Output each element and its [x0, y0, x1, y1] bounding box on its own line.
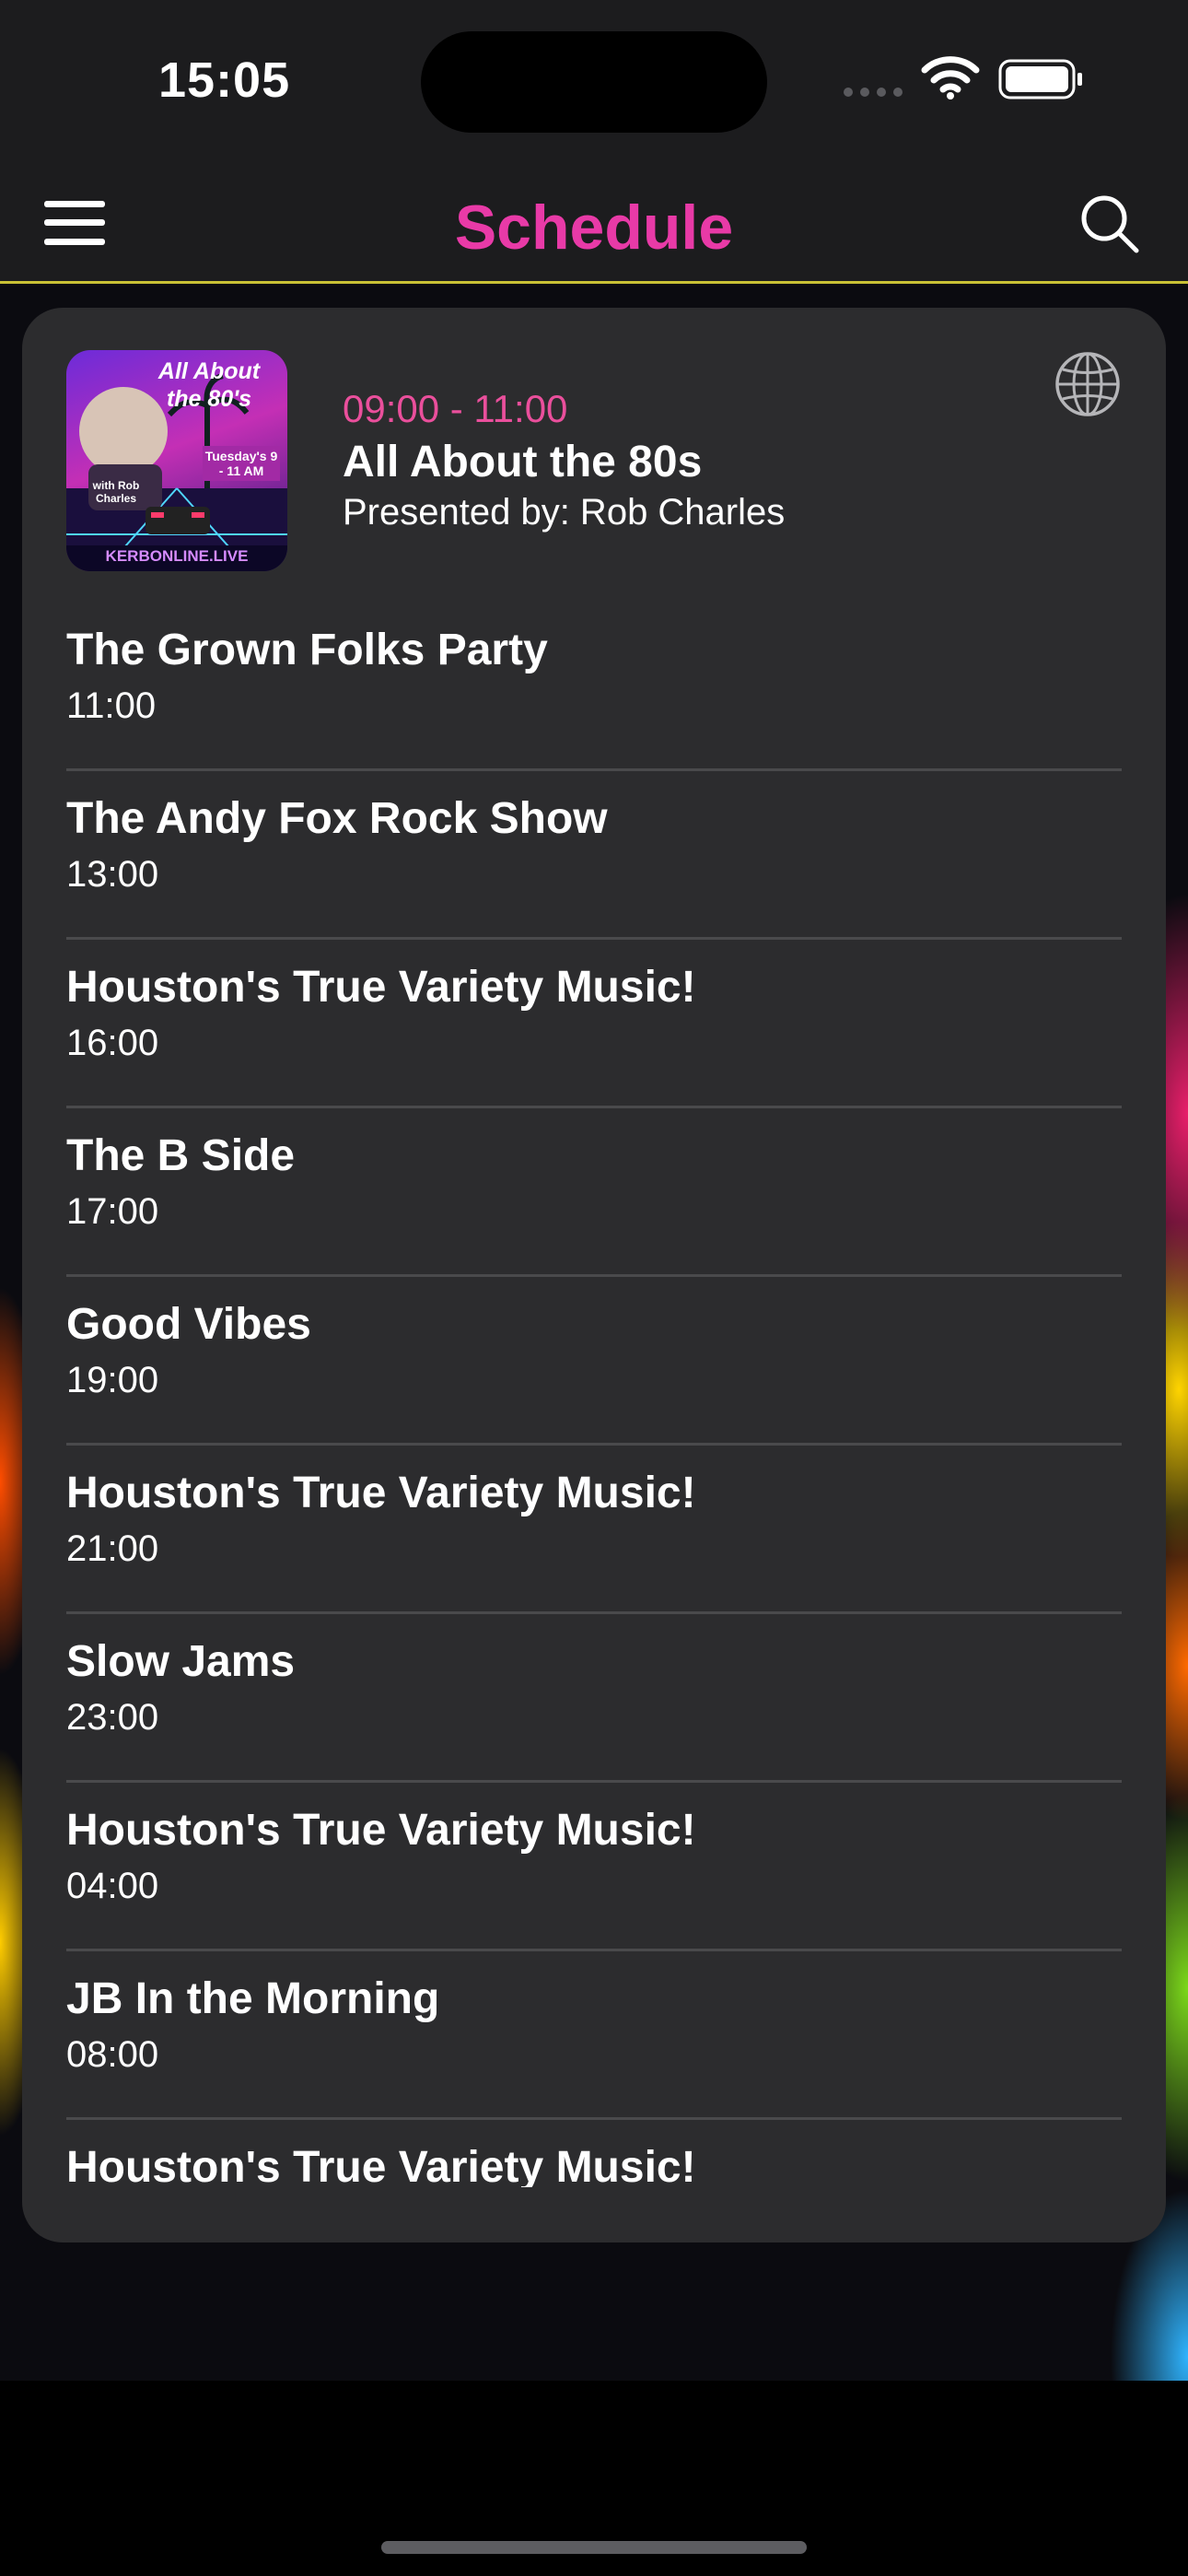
schedule-item-title: Good Vibes: [66, 1300, 311, 1349]
schedule-item-time: 13:00: [66, 854, 159, 895]
schedule-item-title: Houston's True Variety Music!: [66, 963, 696, 1012]
schedule-item-title: Houston's True Variety Music!: [66, 1469, 696, 1517]
home-indicator[interactable]: [381, 2541, 807, 2554]
battery-icon: [998, 59, 1082, 100]
schedule-item-time: 08:00: [66, 2034, 159, 2075]
schedule-item-title: Slow Jams: [66, 1637, 296, 1686]
schedule-item[interactable]: Houston's True Variety Music! 16:00: [66, 940, 1122, 1108]
schedule-item-time: 11:00: [66, 685, 157, 726]
schedule-item[interactable]: The Andy Fox Rock Show 13:00: [66, 771, 1122, 940]
page-title: Schedule: [454, 193, 734, 263]
schedule-item-title: The Grown Folks Party: [66, 626, 548, 674]
artwork-brand: KERBONLINE.LIVE: [105, 547, 249, 565]
show-artwork: All About the 80's Tuesday's 9 - 11 AM w…: [66, 350, 287, 571]
status-time: 15:05: [158, 53, 291, 108]
screen: 15:05 Schedule All About the 80's Tuesda…: [0, 0, 1188, 2576]
schedule-item-title: Houston's True Variety Music!: [66, 2143, 696, 2187]
schedule-item-title: The Andy Fox Rock Show: [66, 794, 608, 843]
schedule-item[interactable]: The Grown Folks Party 11:00: [66, 603, 1122, 771]
artwork-title: All About the 80's: [157, 358, 261, 412]
now-playing-title: All About the 80s: [343, 438, 703, 486]
globe-icon[interactable]: [1054, 350, 1122, 418]
schedule-item[interactable]: JB In the Morning 08:00: [66, 1951, 1122, 2120]
schedule-list[interactable]: The Grown Folks Party 11:00 The Andy Fox…: [66, 603, 1122, 2187]
top-bar: 15:05 Schedule: [0, 0, 1188, 284]
schedule-item[interactable]: Houston's True Variety Music!: [66, 2120, 1122, 2187]
schedule-item-time: 19:00: [66, 1360, 159, 1400]
schedule-item[interactable]: The B Side 17:00: [66, 1108, 1122, 1277]
schedule-item-time: 21:00: [66, 1528, 159, 1569]
now-playing-header[interactable]: All About the 80's Tuesday's 9 - 11 AM w…: [22, 308, 1166, 603]
schedule-item-title: Houston's True Variety Music!: [66, 1806, 696, 1855]
schedule-item-time: 04:00: [66, 1866, 159, 1906]
artwork-host: with Rob Charles: [92, 479, 140, 505]
now-playing-presenter: Presented by: Rob Charles: [343, 492, 786, 533]
schedule-item[interactable]: Houston's True Variety Music! 21:00: [66, 1446, 1122, 1614]
schedule-item[interactable]: Houston's True Variety Music! 04:00: [66, 1783, 1122, 1951]
wifi-icon: [921, 56, 980, 100]
schedule-item-time: 17:00: [66, 1191, 159, 1232]
now-playing-time-range: 09:00 - 11:00: [343, 387, 568, 430]
schedule-item[interactable]: Good Vibes 19:00: [66, 1277, 1122, 1446]
schedule-item-title: The B Side: [66, 1131, 296, 1180]
schedule-item-title: JB In the Morning: [66, 1974, 440, 2023]
nav-divider: [0, 281, 1188, 284]
schedule-card: All About the 80's Tuesday's 9 - 11 AM w…: [22, 308, 1166, 2242]
schedule-item[interactable]: Slow Jams 23:00: [66, 1614, 1122, 1783]
search-icon[interactable]: [1079, 193, 1140, 254]
schedule-item-time: 23:00: [66, 1697, 159, 1738]
cellular-signal-icon: [844, 88, 903, 97]
artwork-day: Tuesday's 9 - 11 AM: [203, 446, 280, 481]
dynamic-island: [421, 31, 767, 133]
schedule-item-time: 16:00: [66, 1023, 159, 1063]
